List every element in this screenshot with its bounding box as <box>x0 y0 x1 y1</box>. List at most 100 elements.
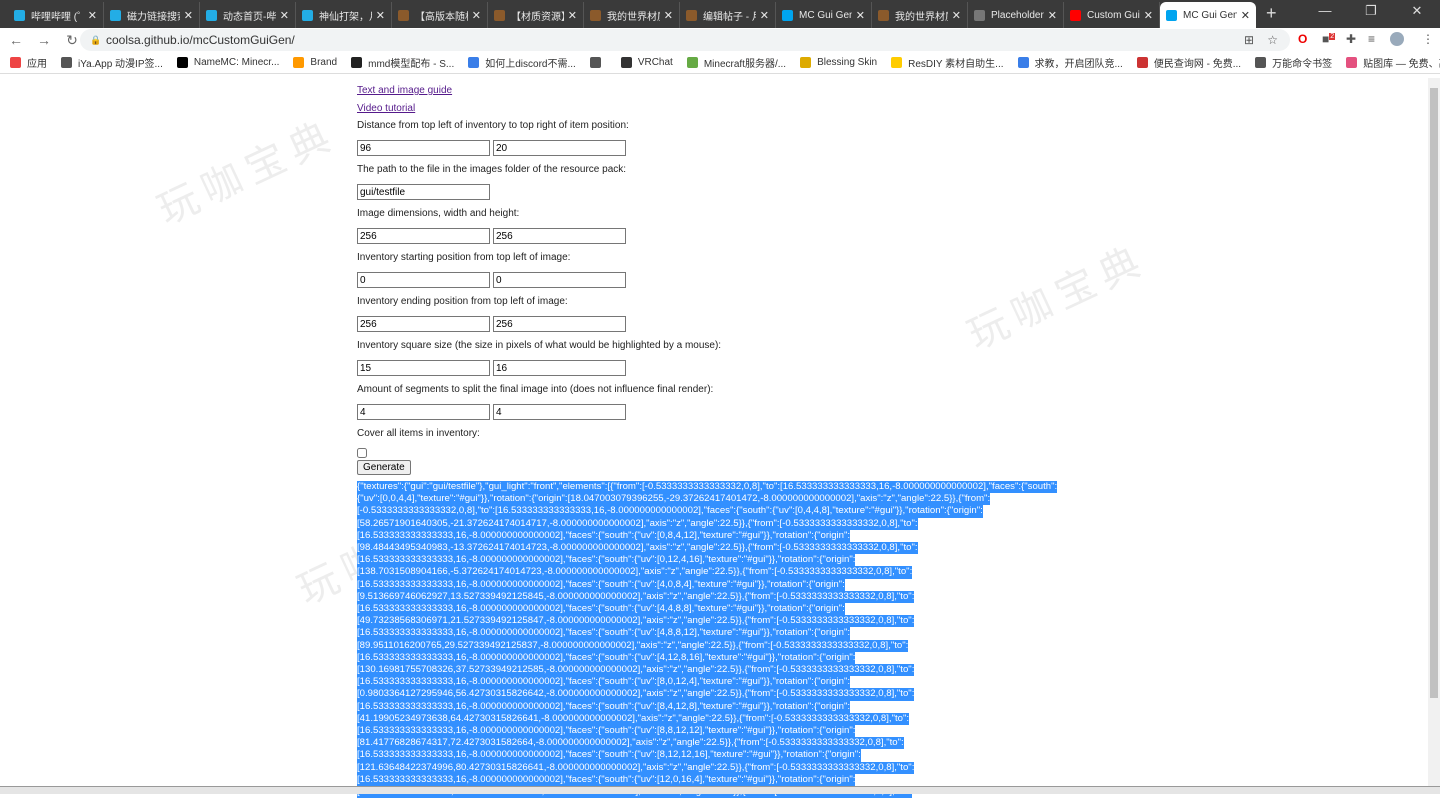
value-input[interactable] <box>493 360 626 376</box>
close-icon[interactable]: ✕ <box>184 9 193 22</box>
tab[interactable]: MC Gui Gen ✕ <box>776 2 872 28</box>
window-controls: — ❐ ✕ <box>1302 0 1440 24</box>
close-window-icon[interactable]: ✕ <box>1394 0 1440 24</box>
output-line: {"textures":{"gui":"gui/testfile"},"gui_… <box>357 481 1058 494</box>
close-icon[interactable]: ✕ <box>568 9 577 22</box>
translate-icon[interactable]: ⊞ <box>1244 29 1254 51</box>
field-row <box>357 316 721 332</box>
back-icon[interactable]: ← <box>4 32 28 48</box>
value-input[interactable] <box>357 184 490 200</box>
value-input[interactable] <box>493 228 626 244</box>
value-input[interactable] <box>357 272 490 288</box>
close-icon[interactable]: ✕ <box>1048 9 1057 22</box>
cover-all-checkbox[interactable] <box>357 448 367 458</box>
bookmark-item[interactable]: 万能命令书签 <box>1255 55 1332 70</box>
output-line: [16.533333333333333,16,-8.00000000000000… <box>357 725 856 738</box>
tab[interactable]: MC Gui Gen ✕ <box>1160 2 1256 28</box>
close-icon[interactable]: ✕ <box>1144 9 1153 22</box>
address-bar[interactable]: 🔒 coolsa.github.io/mcCustomGuiGen/ ⊞ ☆ <box>80 29 1290 51</box>
bookmark-item[interactable]: Brand <box>293 57 337 68</box>
close-icon[interactable]: ✕ <box>760 9 769 22</box>
scrollbar-thumb[interactable] <box>1430 88 1438 698</box>
value-input[interactable] <box>493 140 626 156</box>
value-input[interactable] <box>357 228 490 244</box>
value-input[interactable] <box>493 316 626 332</box>
output-line: [89.9511016200765,29.527339492125837,-8.… <box>357 639 909 652</box>
bilibili-icon <box>110 9 121 21</box>
tab-title: 我的世界材质 <box>895 11 948 23</box>
bookmark-favicon-icon <box>1017 57 1029 68</box>
value-input[interactable] <box>357 140 490 156</box>
opera-icon[interactable]: O <box>1298 32 1307 46</box>
bookmark-item[interactable]: 应用 <box>10 55 47 70</box>
cover-all-label: Cover all items in inventory: <box>357 428 480 439</box>
extensions-puzzle-icon[interactable]: ✚ <box>1346 32 1356 46</box>
bookmark-favicon-icon <box>176 57 188 68</box>
bookmark-star-icon[interactable]: ☆ <box>1267 29 1278 51</box>
bookmark-item[interactable]: Minecraft服务器/... <box>686 55 786 70</box>
bookmark-item[interactable]: Blessing Skin <box>800 57 877 68</box>
extension-icon[interactable]: ■2 <box>1322 32 1336 46</box>
text-image-guide-link[interactable]: Text and image guide <box>357 85 721 96</box>
tab[interactable]: Placeholder ✕ <box>968 2 1064 28</box>
output-line: [0.9803364127295946,56.42730315826642,-8… <box>357 688 915 701</box>
close-icon[interactable]: ✕ <box>88 9 97 22</box>
media-queue-icon[interactable]: ≡ <box>1368 32 1375 46</box>
value-input[interactable] <box>357 316 490 332</box>
field-row <box>357 184 721 200</box>
generated-json-output[interactable]: {"textures":{"gui":"gui/testfile"},"gui_… <box>357 481 1058 798</box>
tab[interactable]: 哔哩哔哩 (゜-゜) ✕ <box>8 2 104 28</box>
bookmark-item[interactable]: 便民查询网 - 免费... <box>1136 55 1242 70</box>
bookmark-item[interactable]: VRChat <box>620 57 673 68</box>
close-icon[interactable]: ✕ <box>664 9 673 22</box>
generator-form: Text and image guide Video tutorial Dist… <box>357 78 721 475</box>
close-icon[interactable]: ✕ <box>856 9 865 22</box>
minecraft-block-icon <box>398 9 409 21</box>
new-tab-button[interactable]: + <box>1266 3 1277 24</box>
forward-icon[interactable]: → <box>32 32 56 48</box>
close-icon[interactable]: ✕ <box>280 9 289 22</box>
close-icon[interactable]: ✕ <box>472 9 481 22</box>
bookmark-item[interactable]: 求教，开启团队竞... <box>1017 55 1123 70</box>
restore-icon[interactable]: ❐ <box>1348 0 1394 24</box>
generate-button[interactable]: Generate <box>357 460 411 475</box>
minimize-icon[interactable]: — <box>1302 0 1348 24</box>
bookmark-label: 便民查询网 - 免费... <box>1153 59 1242 70</box>
tab[interactable]: 编辑帖子 - 月 ✕ <box>680 2 776 28</box>
menu-kebab-icon[interactable]: ⋮ <box>1422 32 1434 46</box>
close-icon[interactable]: ✕ <box>952 9 961 22</box>
bookmark-item[interactable] <box>589 57 607 68</box>
field-label: Inventory square size (the size in pixel… <box>357 340 722 351</box>
output-line: [16.533333333333333,16,-8.00000000000000… <box>357 529 851 543</box>
tab[interactable]: 神仙打架，月 ✕ <box>296 2 392 28</box>
tab-title: 【材质资源】 <box>511 11 564 23</box>
bookmark-item[interactable]: mmd模型配布 - S... <box>351 55 454 70</box>
video-tutorial-link[interactable]: Video tutorial <box>357 103 721 114</box>
tab[interactable]: 【高版本随机 ✕ <box>392 2 488 28</box>
bookmark-item[interactable]: 贴图库 — 免费、高... <box>1346 55 1440 70</box>
bookmark-label: NameMC: Minecr... <box>193 57 280 68</box>
bookmark-item[interactable]: 如何上discord不需... <box>468 55 576 70</box>
tab[interactable]: 我的世界材质 ✕ <box>872 2 968 28</box>
output-line: [121.63648422374996,80.42730315826641,-8… <box>357 761 915 774</box>
close-icon[interactable]: ✕ <box>376 9 385 22</box>
output-line: [-0.5333333333333332,0,8],"to":[16.53333… <box>357 505 983 518</box>
tab[interactable]: Custom Gui ✕ <box>1064 2 1160 28</box>
value-input[interactable] <box>357 360 490 376</box>
page-scrollbar[interactable] <box>1428 78 1440 786</box>
value-input[interactable] <box>357 404 490 420</box>
avatar[interactable] <box>1390 32 1404 46</box>
value-input[interactable] <box>493 404 626 420</box>
bookmark-item[interactable]: iYa.App 动漫IP签... <box>61 55 163 70</box>
tab[interactable]: 我的世界材质 ✕ <box>584 2 680 28</box>
tab[interactable]: 磁力链接搜索 ✕ <box>104 2 200 28</box>
bookmark-item[interactable]: ResDIY 素材自助生... <box>891 55 1004 70</box>
bookmark-item[interactable]: NameMC: Minecr... <box>176 57 280 68</box>
close-icon[interactable]: ✕ <box>1241 9 1250 22</box>
bookmark-favicon-icon <box>1346 57 1358 68</box>
value-input[interactable] <box>493 272 626 288</box>
windows-logo-icon <box>782 9 793 21</box>
tab[interactable]: 动态首页-哔哩 ✕ <box>200 2 296 28</box>
extension-badge: 2 <box>1329 33 1336 40</box>
tab[interactable]: 【材质资源】 ✕ <box>488 2 584 28</box>
